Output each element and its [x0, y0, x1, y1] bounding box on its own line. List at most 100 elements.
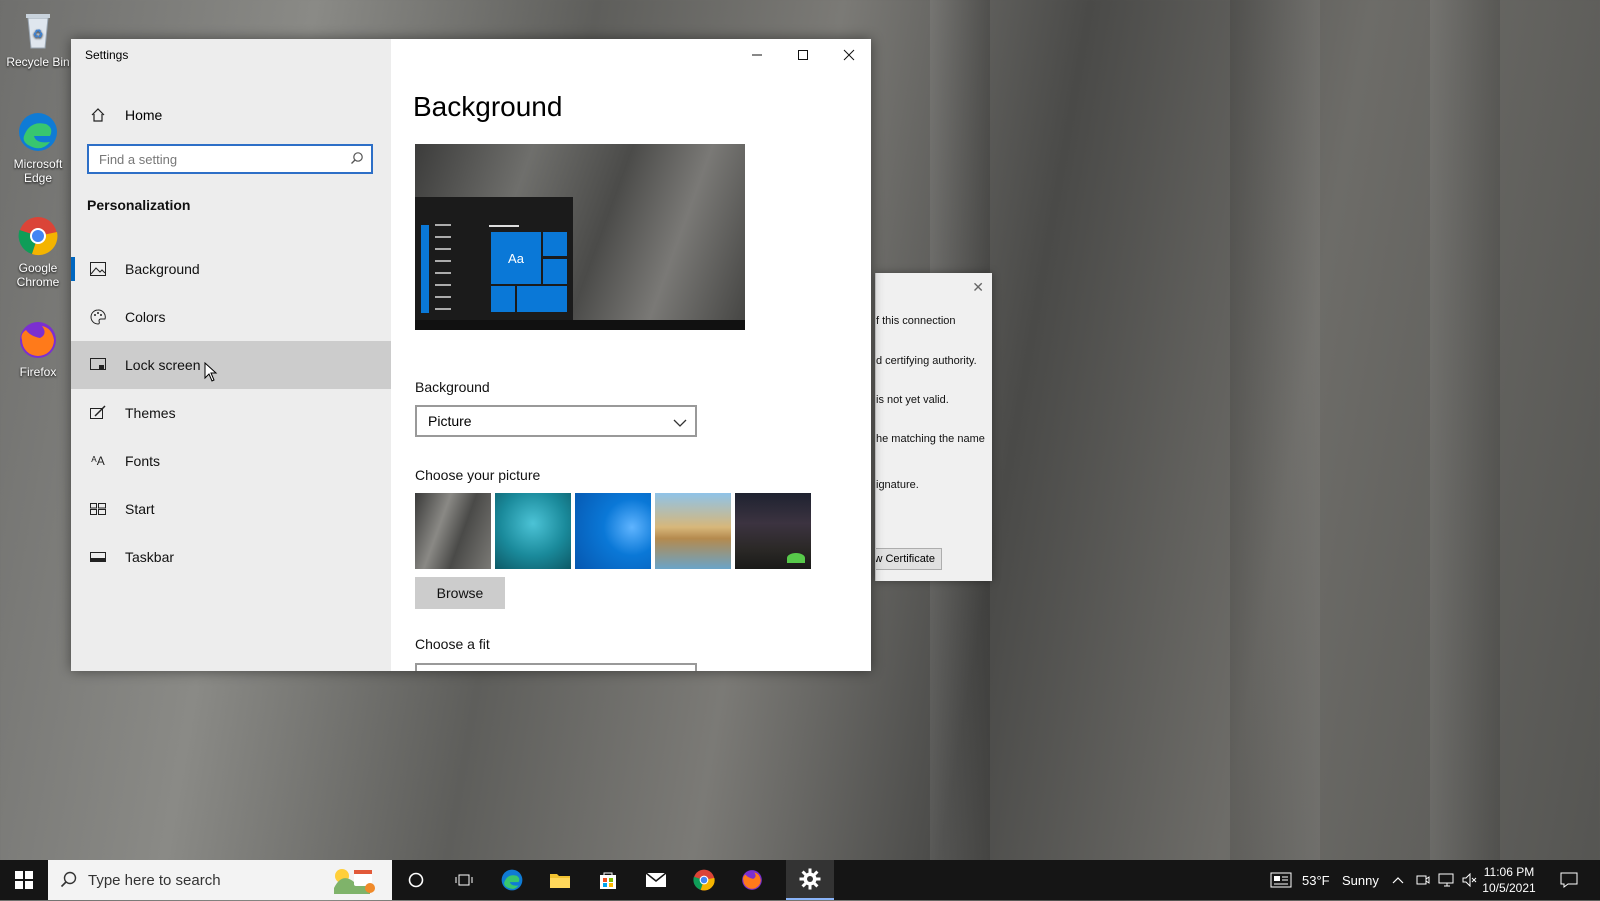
- chevron-up-icon[interactable]: [1392, 860, 1404, 900]
- weather-temp[interactable]: 53°F: [1302, 860, 1330, 900]
- dialog-line: d certifying authority.: [876, 355, 977, 367]
- desktop-icon-label: Microsoft Edge: [13, 157, 63, 185]
- preview-tile: Aa: [491, 232, 541, 284]
- sidebar-item-taskbar[interactable]: Taskbar: [71, 533, 391, 581]
- chrome-icon: [693, 869, 715, 891]
- tent-glow: [787, 553, 805, 563]
- task-view-icon: [455, 874, 473, 886]
- sidebar-item-label: Background: [125, 261, 200, 277]
- taskbar-firefox[interactable]: [728, 860, 776, 900]
- sidebar-item-label: Start: [125, 501, 155, 517]
- desktop-icon-firefox[interactable]: Firefox: [4, 318, 72, 379]
- mouse-cursor: [204, 361, 218, 387]
- page-title: Background: [413, 91, 563, 122]
- notifications-icon[interactable]: [1560, 860, 1578, 900]
- taskbar-search-box[interactable]: Type here to search: [48, 860, 392, 900]
- desktop-icon-label: Google Chrome: [16, 261, 60, 289]
- cortana-button[interactable]: [392, 860, 440, 900]
- windows-logo-icon: [15, 871, 33, 889]
- search-icon[interactable]: [350, 151, 364, 165]
- meet-now-icon[interactable]: [1416, 860, 1430, 900]
- choose-picture-label: Choose your picture: [415, 467, 541, 483]
- firefox-icon: [742, 870, 762, 890]
- clock-date: 10/5/2021: [1482, 881, 1536, 895]
- taskbar-settings[interactable]: [786, 860, 834, 900]
- taskbar-mail[interactable]: [632, 860, 680, 900]
- preview-tile-small: [543, 259, 567, 284]
- sidebar-item-lock-screen[interactable]: Lock screen: [71, 341, 391, 389]
- chevron-down-icon: [673, 415, 687, 431]
- start-button[interactable]: [0, 860, 48, 900]
- mail-icon: [645, 872, 667, 887]
- preview-tile-wide: [517, 286, 567, 312]
- dialog-close-icon[interactable]: ✕: [972, 279, 984, 296]
- sidebar-item-label: Colors: [125, 309, 166, 325]
- background-type-dropdown[interactable]: Picture: [415, 405, 697, 437]
- desktop-icon-recycle-bin[interactable]: ♻ Recycle Bin: [4, 8, 72, 69]
- section-title: Personalization: [87, 197, 191, 213]
- sidebar-item-label: Fonts: [125, 453, 161, 469]
- dialog-line: ignature.: [876, 479, 919, 491]
- preview-tile-small: [491, 286, 515, 312]
- home-icon: [87, 104, 109, 126]
- dialog-line: he matching the name: [876, 433, 985, 445]
- preview-list-lines: [435, 224, 451, 310]
- dialog-line: f this connection: [876, 315, 956, 327]
- picture-thumb-night[interactable]: [735, 493, 811, 569]
- desktop-icon-label: Firefox: [19, 365, 57, 379]
- preview-taskbar: [415, 320, 745, 330]
- weather-text[interactable]: Sunny: [1342, 860, 1379, 900]
- task-view-button[interactable]: [440, 860, 488, 900]
- taskbar-clock[interactable]: 11:06 PM 10/5/2021: [1476, 864, 1542, 896]
- desktop-icon-label: Recycle Bin: [6, 55, 70, 69]
- search-icon: [60, 871, 78, 889]
- sidebar-item-label: Themes: [125, 405, 176, 421]
- picture-icon: [87, 258, 109, 280]
- wallpaper-streak: [1430, 0, 1500, 860]
- news-weather-icon[interactable]: [1270, 860, 1292, 900]
- taskbar-chrome[interactable]: [680, 860, 728, 900]
- sidebar-item-themes[interactable]: Themes: [71, 389, 391, 437]
- choose-fit-dropdown[interactable]: [415, 663, 697, 671]
- sidebar-item-fonts[interactable]: ᴬA Fonts: [71, 437, 391, 485]
- taskbar-file-explorer[interactable]: [536, 860, 584, 900]
- preview-accent-strip: [421, 225, 429, 313]
- taskbar-store[interactable]: [584, 860, 632, 900]
- picture-thumb-underwater[interactable]: [495, 493, 571, 569]
- settings-window: Settings Home Personalization Background: [71, 39, 871, 671]
- sidebar-item-start[interactable]: Start: [71, 485, 391, 533]
- certificate-warning-dialog[interactable]: ✕ f this connection d certifying authori…: [875, 273, 992, 581]
- nav-home[interactable]: Home: [71, 97, 391, 133]
- preview-header-line: [489, 225, 519, 227]
- wallpaper-streak: [1230, 0, 1320, 860]
- sidebar-item-label: Taskbar: [125, 549, 175, 565]
- desktop-icon-chrome[interactable]: Google Chrome: [4, 214, 72, 289]
- picture-thumb-windows[interactable]: [575, 493, 651, 569]
- picture-thumb-rock[interactable]: [415, 493, 491, 569]
- sidebar-item-colors[interactable]: Colors: [71, 293, 391, 341]
- fonts-icon: ᴬA: [91, 454, 105, 468]
- network-icon[interactable]: [1438, 860, 1456, 900]
- palette-icon: [87, 306, 109, 328]
- clock-time: 11:06 PM: [1483, 865, 1535, 879]
- sidebar-item-background[interactable]: Background: [71, 245, 391, 293]
- nav-home-label: Home: [125, 107, 163, 123]
- folder-icon: [550, 874, 570, 888]
- picture-thumb-beach[interactable]: [655, 493, 731, 569]
- view-certificate-button[interactable]: w Certificate: [876, 548, 942, 570]
- choose-fit-label: Choose a fit: [415, 636, 490, 652]
- taskbar-search-placeholder: Type here to search: [88, 871, 221, 889]
- lock-screen-icon: [87, 354, 109, 376]
- chrome-icon: [16, 214, 60, 258]
- dropdown-value: Picture: [428, 413, 472, 429]
- desktop-icon-edge[interactable]: Microsoft Edge: [4, 110, 72, 185]
- taskbar-edge[interactable]: [488, 860, 536, 900]
- search-input[interactable]: [89, 146, 349, 172]
- brush-icon: [87, 402, 109, 424]
- find-setting-search[interactable]: [87, 144, 373, 174]
- taskbar-icon: [87, 546, 109, 568]
- preview-start-menu: Aa: [415, 197, 573, 320]
- edge-icon: [501, 869, 523, 891]
- browse-button[interactable]: Browse: [415, 577, 505, 609]
- window-title: Settings: [85, 48, 129, 62]
